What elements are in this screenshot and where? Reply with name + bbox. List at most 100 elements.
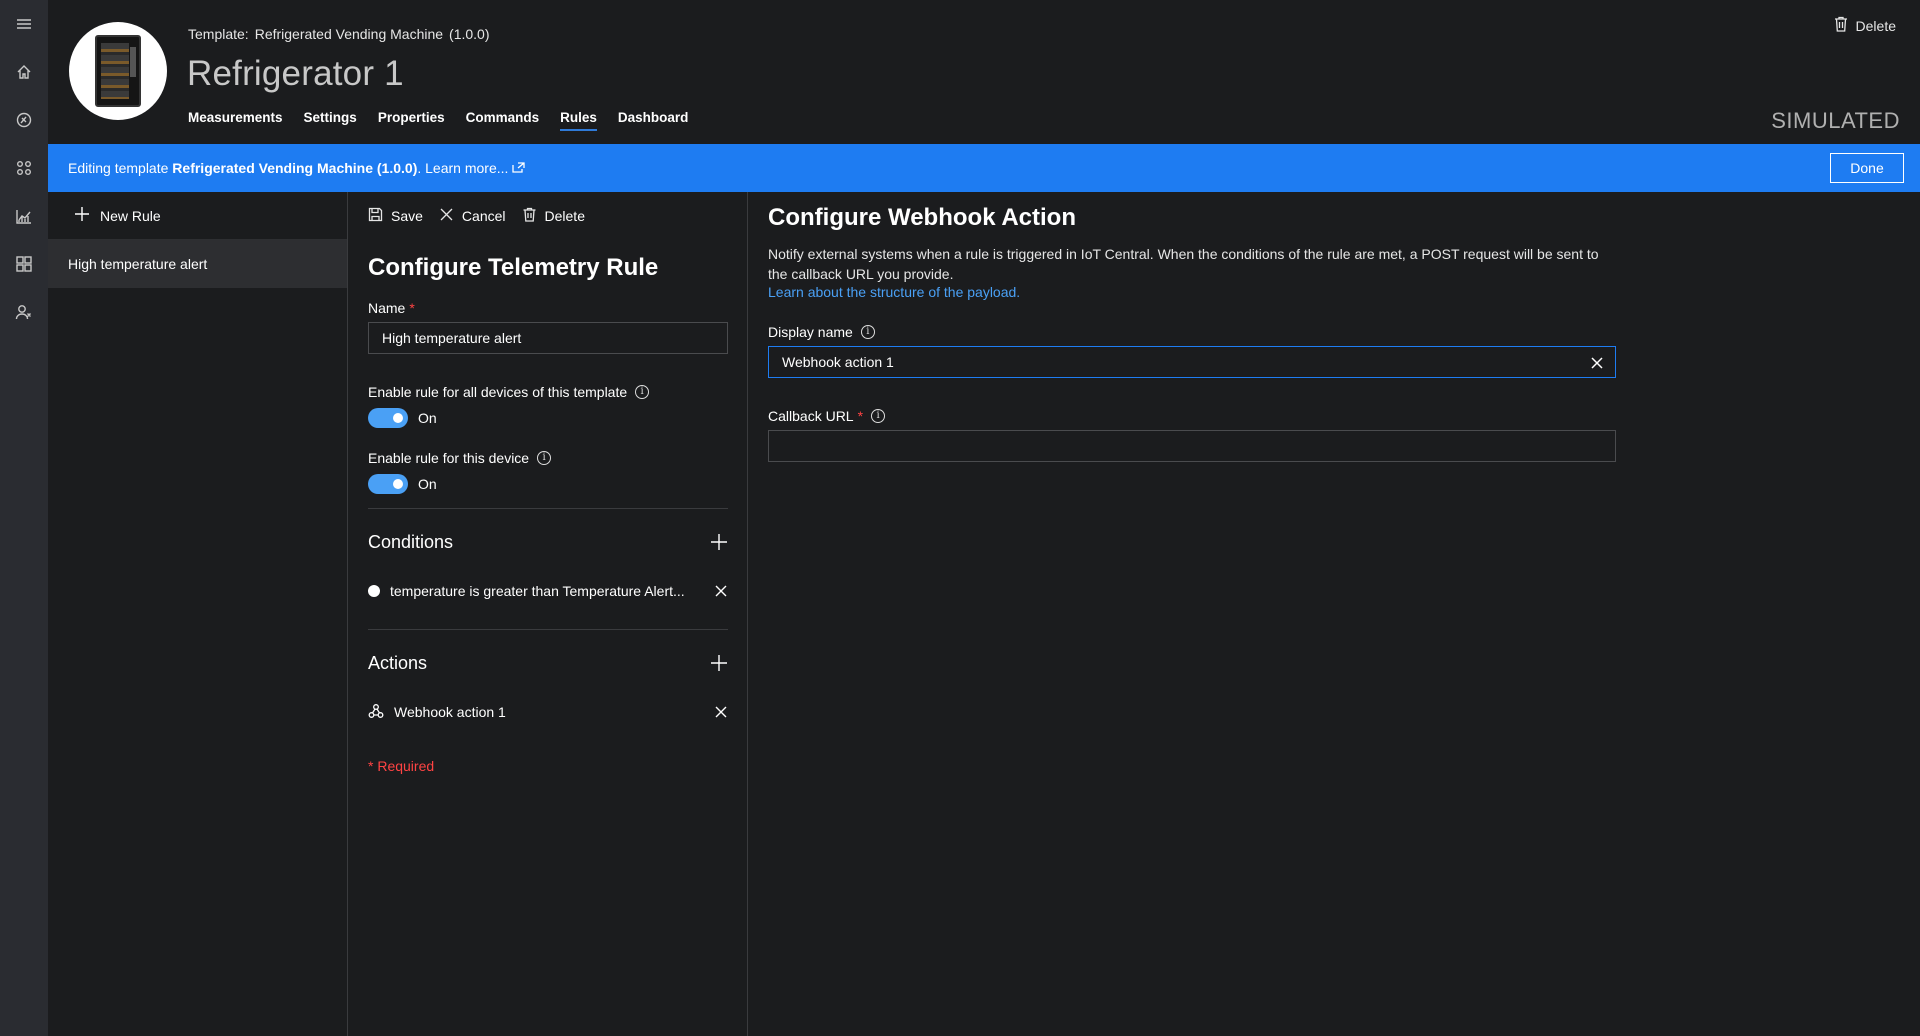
save-button[interactable]: Save (368, 207, 423, 225)
action-item[interactable]: Webhook action 1 (368, 688, 728, 736)
tab-properties[interactable]: Properties (378, 110, 445, 131)
enable-all-state: On (418, 410, 437, 426)
info-icon[interactable]: i (635, 385, 650, 399)
simulated-badge: SIMULATED (1771, 108, 1900, 133)
required-note: * Required (368, 758, 435, 774)
actions-heading: Actions (368, 652, 428, 673)
condition-text: temperature is greater than Temperature … (390, 583, 685, 599)
callback-url-label: Callback URL (768, 408, 854, 424)
banner-prefix: Editing template (68, 160, 169, 176)
new-rule-label: New Rule (100, 207, 161, 224)
payload-structure-link[interactable]: Learn about the structure of the payload… (768, 284, 1020, 300)
display-name-label: Display name (768, 324, 853, 340)
done-button[interactable]: Done (1830, 153, 1904, 183)
save-label: Save (391, 208, 423, 224)
display-name-field-label: Display name i (768, 324, 1920, 340)
add-action-button[interactable] (710, 654, 728, 672)
enable-all-label: Enable rule for all devices of this temp… (368, 384, 628, 400)
admin-icon[interactable] (0, 288, 48, 336)
template-prefix: Template: (188, 26, 249, 42)
enable-all-toggle-row: On (368, 408, 747, 428)
template-version: (1.0.0) (449, 26, 490, 42)
device-image (69, 22, 167, 120)
display-name-value: Webhook action 1 (782, 354, 894, 370)
conditions-heading: Conditions (368, 531, 454, 552)
enable-all-toggle[interactable] (368, 408, 408, 428)
cancel-button[interactable]: Cancel (439, 207, 506, 225)
action-text: Webhook action 1 (394, 704, 506, 720)
trash-icon (522, 207, 537, 225)
remove-action-button[interactable] (714, 705, 728, 719)
device-explorer-icon[interactable] (0, 96, 48, 144)
banner-template: Refrigerated Vending Machine (1.0.0) (172, 160, 418, 176)
telemetry-rule-panel: Save Cancel Delete Configure Telemetry R… (348, 192, 748, 1036)
condition-dot-icon (368, 585, 380, 597)
enable-device-toggle[interactable] (368, 474, 408, 494)
tab-settings[interactable]: Settings (304, 110, 357, 131)
dashboard-grid-icon[interactable] (0, 240, 48, 288)
device-header: Template: Refrigerated Vending Machine (1.… (48, 0, 1920, 144)
divider (368, 508, 728, 509)
enable-all-field-label: Enable rule for all devices of this temp… (368, 384, 747, 400)
left-nav-rail (0, 0, 48, 1036)
apps-icon[interactable] (0, 144, 48, 192)
close-icon (439, 207, 454, 225)
info-icon[interactable]: i (871, 409, 886, 423)
required-asterisk: * (409, 300, 415, 316)
cancel-label: Cancel (461, 208, 506, 224)
vending-machine-picture (95, 35, 141, 107)
enable-device-toggle-row: On (368, 474, 747, 494)
display-name-input[interactable]: Webhook action 1 (768, 346, 1616, 378)
analytics-icon[interactable] (0, 192, 48, 240)
telemetry-rule-title: Configure Telemetry Rule (368, 254, 659, 281)
device-delete-button[interactable]: Delete (1834, 16, 1896, 35)
rule-delete-label: Delete (544, 208, 585, 224)
callback-url-input[interactable] (768, 430, 1616, 462)
device-delete-label: Delete (1855, 17, 1896, 34)
tab-commands[interactable]: Commands (466, 110, 540, 131)
enable-device-state: On (418, 476, 437, 492)
tab-measurements[interactable]: Measurements (188, 110, 283, 131)
webhook-action-panel: Configure Webhook Action Notify external… (748, 192, 1920, 1036)
required-asterisk: * (857, 408, 864, 424)
actions-header: Actions (368, 638, 728, 688)
enable-device-label: Enable rule for this device (368, 450, 530, 466)
enable-device-field-label: Enable rule for this device i (368, 450, 747, 466)
rule-list-item[interactable]: High temperature alert (48, 240, 347, 288)
rules-list-panel: New Rule High temperature alert (48, 192, 348, 1036)
rule-name-input[interactable]: High temperature alert (368, 322, 728, 354)
webhook-action-title: Configure Webhook Action (768, 204, 1076, 231)
banner-learn-more-link[interactable]: Learn more... (425, 160, 508, 176)
webhook-icon (368, 703, 384, 722)
rule-toolbar: Save Cancel Delete (348, 192, 747, 240)
home-icon[interactable] (0, 48, 48, 96)
remove-condition-button[interactable] (714, 584, 728, 598)
webhook-description: Notify external systems when a rule is t… (768, 246, 1599, 282)
info-icon[interactable]: i (537, 451, 552, 465)
tab-rules[interactable]: Rules (560, 110, 597, 131)
condition-item[interactable]: temperature is greater than Temperature … (368, 567, 728, 615)
external-link-icon (512, 160, 526, 176)
name-field-label: Name * (368, 300, 747, 316)
new-rule-button[interactable]: New Rule (48, 192, 347, 240)
plus-icon (74, 206, 90, 225)
clear-input-icon[interactable] (1591, 356, 1603, 369)
template-line: Template: Refrigerated Vending Machine (1.… (188, 26, 490, 42)
app-root: Template: Refrigerated Vending Machine (1.… (0, 0, 1920, 1036)
banner-suffix: . (417, 160, 422, 176)
tab-dashboard[interactable]: Dashboard (618, 110, 689, 131)
add-condition-button[interactable] (710, 533, 728, 551)
editing-template-banner: Editing template Refrigerated Vending Ma… (48, 144, 1920, 192)
conditions-header: Conditions (368, 517, 728, 567)
name-label: Name (368, 300, 406, 316)
callback-url-field-label: Callback URL * i (768, 408, 1920, 424)
divider (368, 629, 728, 630)
rule-delete-button[interactable]: Delete (522, 207, 585, 225)
device-tabs: Measurements Settings Properties Command… (188, 110, 688, 131)
trash-icon (1834, 16, 1848, 35)
info-icon[interactable]: i (860, 325, 875, 339)
template-name: Refrigerated Vending Machine (254, 26, 444, 42)
menu-icon[interactable] (0, 0, 48, 48)
device-title: Refrigerator 1 (187, 54, 404, 93)
save-icon (368, 207, 383, 225)
